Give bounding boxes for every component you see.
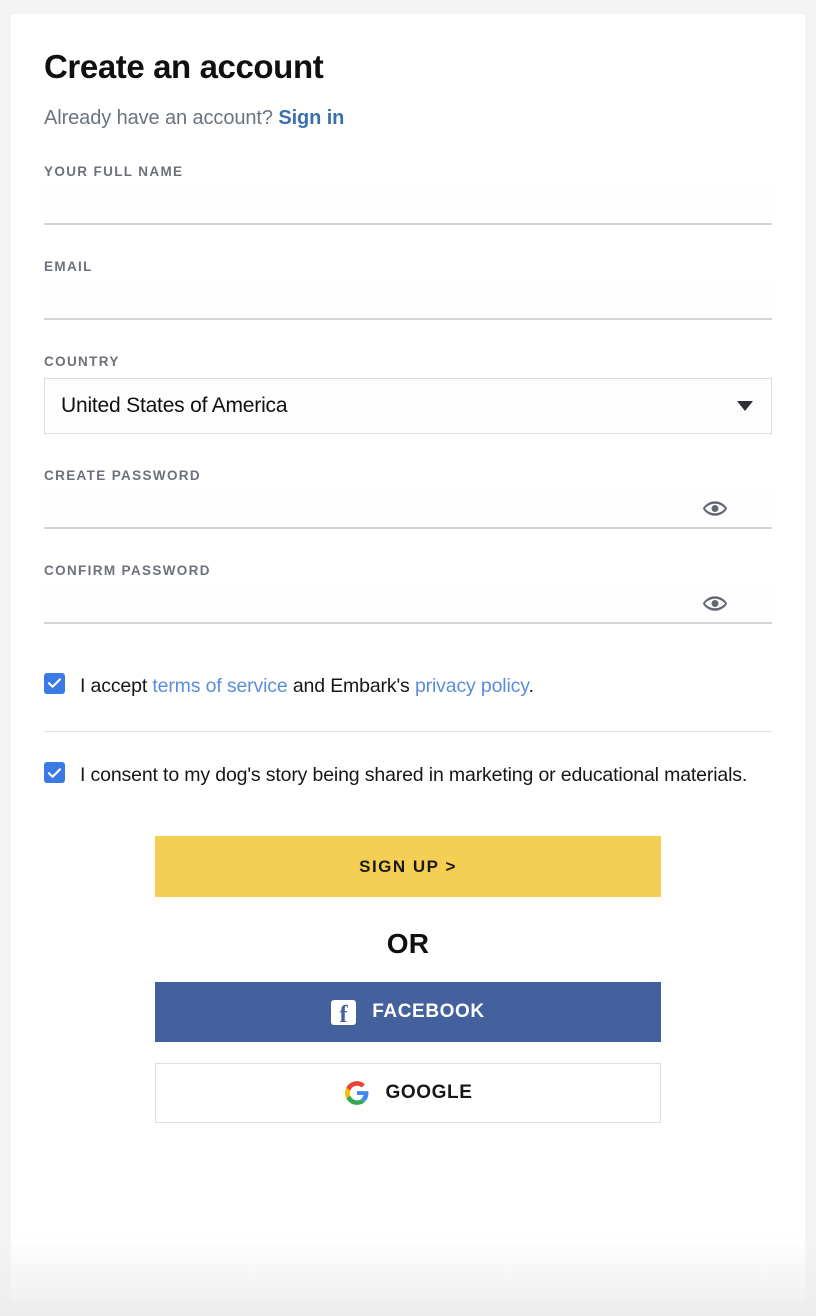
full-name-input[interactable]	[44, 186, 772, 223]
field-country: COUNTRY United States of America	[44, 354, 772, 434]
confirm-password-label: CONFIRM PASSWORD	[44, 562, 211, 578]
google-signup-button[interactable]: GOOGLE	[155, 1063, 661, 1123]
facebook-signup-button[interactable]: f FACEBOOK	[155, 982, 661, 1042]
email-label: EMAIL	[44, 258, 93, 274]
google-button-row: GOOGLE	[44, 1042, 772, 1123]
facebook-button-label: FACEBOOK	[372, 1001, 485, 1022]
field-email: EMAIL	[44, 259, 772, 320]
field-create-password: CREATE PASSWORD	[44, 468, 772, 529]
signin-prompt-text: Already have an account?	[44, 106, 273, 129]
email-input-wrap[interactable]	[44, 281, 772, 320]
facebook-button-row: f FACEBOOK	[44, 960, 772, 1042]
country-select[interactable]: United States of America	[44, 377, 772, 434]
toggle-confirm-password-visibility-button[interactable]	[702, 595, 728, 613]
country-select-value: United States of America	[61, 393, 288, 417]
google-icon	[344, 1081, 368, 1105]
create-password-input-wrap[interactable]	[44, 490, 772, 529]
marketing-consent-text: I consent to my dog's story being shared…	[80, 764, 748, 787]
consent-divider	[44, 731, 772, 733]
page-title: Create an account	[44, 48, 324, 85]
signup-button-row: SIGN UP >	[44, 793, 772, 897]
terms-text-suffix: .	[528, 674, 534, 697]
toggle-create-password-visibility-button[interactable]	[702, 500, 728, 518]
sign-up-button[interactable]: SIGN UP >	[155, 836, 661, 897]
marketing-consent-row: I consent to my dog's story being shared…	[44, 759, 772, 793]
check-icon	[48, 678, 61, 689]
eye-icon	[702, 501, 728, 517]
confirm-password-input[interactable]	[44, 585, 772, 622]
page-background: Create an account Already have an accoun…	[0, 0, 816, 1316]
full-name-input-wrap[interactable]	[44, 186, 772, 225]
terms-consent-text: I accept terms of service and Embark's p…	[80, 670, 534, 704]
email-input[interactable]	[44, 281, 772, 318]
privacy-policy-link[interactable]: privacy policy	[415, 675, 529, 697]
country-label: COUNTRY	[44, 353, 120, 369]
signup-card: Create an account Already have an accoun…	[11, 14, 805, 1302]
terms-of-service-link[interactable]: terms of service	[152, 675, 287, 697]
facebook-icon: f	[331, 999, 357, 1025]
create-password-label: CREATE PASSWORD	[44, 467, 202, 483]
terms-text-prefix: I accept	[80, 674, 153, 697]
signin-prompt: Already have an account? Sign in	[44, 107, 772, 130]
or-separator: OR	[386, 928, 430, 959]
google-button-label: GOOGLE	[385, 1082, 473, 1103]
eye-icon	[702, 596, 728, 612]
terms-checkbox[interactable]	[44, 672, 65, 694]
check-icon	[48, 768, 61, 778]
create-password-input[interactable]	[44, 490, 772, 527]
field-confirm-password: CONFIRM PASSWORD	[44, 563, 772, 624]
chevron-down-icon	[737, 400, 753, 411]
sign-in-link[interactable]: Sign in	[278, 107, 344, 129]
terms-consent-row: I accept terms of service and Embark's p…	[44, 670, 772, 704]
terms-text-middle: and Embark's	[287, 674, 415, 697]
full-name-label: YOUR FULL NAME	[44, 163, 184, 179]
field-full-name: YOUR FULL NAME	[44, 164, 772, 225]
confirm-password-input-wrap[interactable]	[44, 585, 772, 624]
marketing-checkbox[interactable]	[44, 762, 65, 784]
